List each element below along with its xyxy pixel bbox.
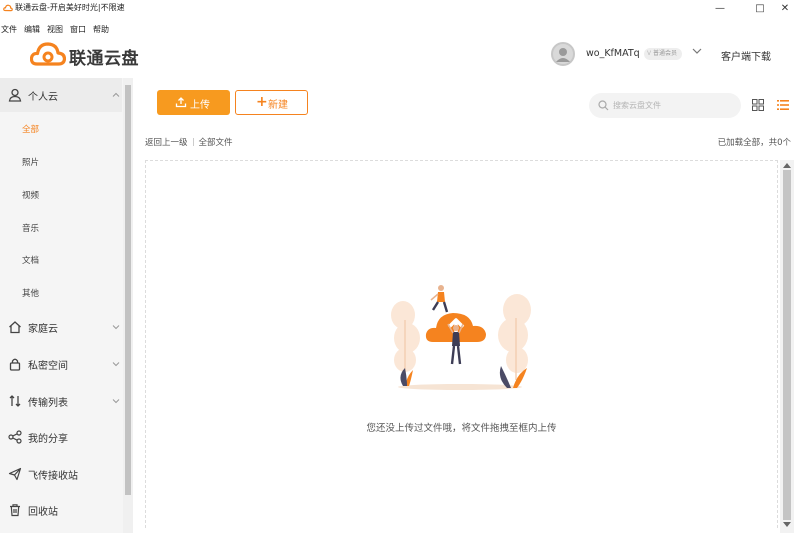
app-header: 联通云盘 wo_KfMATq V 普通会员 客户端下载: [0, 31, 800, 78]
member-badge: V 普通会员: [644, 48, 683, 60]
subitem-label: 音乐: [22, 224, 40, 234]
avatar[interactable]: [551, 42, 575, 66]
main-scrollbar-thumb[interactable]: [783, 170, 791, 520]
empty-state-message: 您还没上传过文件哦，将文件拖拽至框内上传: [366, 423, 557, 434]
paper-plane-icon: [8, 467, 22, 481]
upload-button-label: 上传: [190, 100, 210, 111]
sidebar-item-recycle-bin[interactable]: 回收站: [0, 493, 122, 527]
subitem-label: 全部: [22, 125, 40, 135]
sidebar-item-label: 我的分享: [28, 434, 68, 445]
plus-icon: +: [256, 94, 268, 110]
brand-name: 联通云盘: [69, 49, 139, 69]
title-bar: 联通云盘-开启美好时光|不限速 — □ ✕: [0, 0, 800, 17]
chevron-down-icon: [112, 399, 120, 404]
transfer-icon: [9, 395, 21, 407]
sidebar-item-label: 回收站: [28, 507, 58, 518]
window-title: 联通云盘-开启美好时光|不限速: [15, 3, 125, 12]
subitem-label: 其他: [22, 289, 40, 299]
search-icon: [598, 100, 609, 111]
lock-icon: [9, 358, 21, 371]
home-icon: [9, 321, 21, 334]
sidebar: 个人云 全部 照片 视频 音乐 文档 其他 家庭云 私密空间 传输列表 我的分享…: [0, 78, 133, 533]
member-badge-label: 普通会员: [653, 50, 678, 57]
client-download-link[interactable]: 客户端下载: [721, 48, 771, 63]
sidebar-item-private-space[interactable]: 私密空间: [0, 347, 122, 381]
close-button[interactable]: ✕: [770, 0, 800, 17]
trash-icon: [10, 504, 20, 517]
main-scrollbar[interactable]: [780, 160, 794, 533]
sidebar-subitem-documents[interactable]: 文档: [0, 244, 122, 276]
minimize-button[interactable]: —: [700, 0, 740, 17]
new-button[interactable]: + 新建: [235, 90, 308, 115]
search-input[interactable]: [613, 98, 733, 113]
sidebar-item-label: 家庭云: [28, 324, 58, 335]
sidebar-item-transfer-list[interactable]: 传输列表: [0, 384, 122, 418]
menu-bar: 文件 编辑 视图 窗口 帮助: [0, 17, 115, 34]
user-avatar-icon: [556, 48, 570, 62]
sidebar-item-label: 传输列表: [28, 398, 68, 409]
chevron-down-icon[interactable]: [692, 46, 702, 56]
subitem-label: 照片: [22, 158, 40, 168]
subitem-label: 文档: [22, 256, 40, 266]
chevron-down-icon: [112, 362, 120, 367]
brand-logo-icon: [30, 42, 66, 66]
empty-state-illustration: [391, 285, 531, 390]
sidebar-scrollbar-thumb[interactable]: [125, 85, 131, 495]
sidebar-item-label: 飞传接收站: [28, 471, 78, 482]
app-logo-icon: [3, 4, 13, 12]
sidebar-subitem-music[interactable]: 音乐: [0, 212, 122, 244]
sidebar-scrollbar[interactable]: [123, 78, 133, 533]
chevron-up-icon: [112, 92, 120, 97]
sidebar-item-personal-cloud[interactable]: 个人云: [0, 78, 122, 112]
sidebar-subitem-videos[interactable]: 视频: [0, 179, 122, 211]
sidebar-item-label: 个人云: [28, 92, 58, 103]
scroll-down-arrow-icon[interactable]: [783, 522, 791, 528]
scroll-up-arrow-icon[interactable]: [783, 162, 791, 168]
breadcrumb-divider: [192, 138, 194, 146]
back-link[interactable]: 返回上一级: [145, 138, 188, 148]
subitem-label: 视频: [22, 191, 40, 201]
upload-button[interactable]: 上传: [157, 90, 230, 115]
sidebar-subitem-other[interactable]: 其他: [0, 277, 122, 309]
user-icon: [8, 88, 22, 102]
sidebar-item-family-cloud[interactable]: 家庭云: [0, 310, 122, 344]
sidebar-item-fly-transfer[interactable]: 飞传接收站: [0, 457, 122, 491]
share-icon: [8, 430, 22, 444]
list-view-icon[interactable]: [777, 99, 789, 111]
grid-view-icon[interactable]: [752, 99, 764, 111]
breadcrumb-current[interactable]: 全部文件: [199, 138, 233, 148]
load-status: 已加载全部，共0个: [717, 138, 791, 148]
username[interactable]: wo_KfMATq: [586, 48, 640, 59]
new-button-label: 新建: [268, 100, 288, 111]
breadcrumb: 返回上一级 全部文件: [145, 136, 233, 148]
upload-icon: [175, 97, 187, 108]
sidebar-item-my-shares[interactable]: 我的分享: [0, 420, 122, 454]
sidebar-subitem-photos[interactable]: 照片: [0, 146, 122, 178]
sidebar-subitem-all[interactable]: 全部: [0, 113, 122, 145]
sidebar-item-label: 私密空间: [28, 361, 68, 372]
chevron-down-icon: [112, 325, 120, 330]
search-box[interactable]: [589, 93, 741, 118]
